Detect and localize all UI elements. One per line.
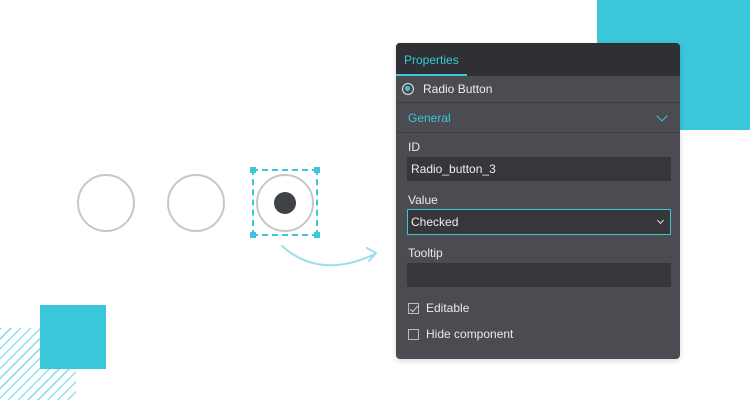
tooltip-label: Tooltip <box>408 246 443 260</box>
section-general[interactable]: General <box>396 103 680 133</box>
component-type-label: Radio Button <box>423 82 493 96</box>
hide-component-label: Hide component <box>426 327 514 341</box>
canvas-radio-button-2[interactable] <box>167 174 225 232</box>
chevron-down-icon <box>656 216 665 225</box>
chevron-down-icon[interactable] <box>656 109 668 122</box>
tab-properties[interactable]: Properties <box>396 43 467 76</box>
canvas-radio-button-1[interactable] <box>77 174 135 232</box>
editable-label: Editable <box>426 301 470 315</box>
decorative-square-bottom <box>40 305 106 369</box>
radio-button-icon <box>402 83 414 95</box>
radio-checked-dot <box>274 192 296 214</box>
resize-handle-top-left[interactable] <box>250 167 256 173</box>
value-label: Value <box>408 193 438 207</box>
properties-panel: Properties Radio Button General ID Value… <box>396 43 680 359</box>
resize-handle-bottom-left[interactable] <box>250 232 256 238</box>
canvas-radio-button-3[interactable] <box>256 174 314 232</box>
editable-checkbox[interactable] <box>408 302 419 314</box>
hide-component-checkbox[interactable] <box>408 328 419 340</box>
editable-checkbox-row[interactable]: Editable <box>408 301 469 315</box>
panel-header: Properties <box>396 43 680 76</box>
resize-handle-top-right[interactable] <box>314 167 320 173</box>
curved-arrow-icon <box>281 245 377 267</box>
id-label: ID <box>408 140 420 154</box>
value-select-text: Checked <box>411 215 459 229</box>
hide-component-checkbox-row[interactable]: Hide component <box>408 327 513 341</box>
component-type-row: Radio Button <box>396 76 680 103</box>
section-general-label: General <box>408 110 451 125</box>
value-select[interactable]: Checked <box>407 209 671 235</box>
id-input[interactable] <box>407 157 671 181</box>
tooltip-input[interactable] <box>407 263 671 287</box>
